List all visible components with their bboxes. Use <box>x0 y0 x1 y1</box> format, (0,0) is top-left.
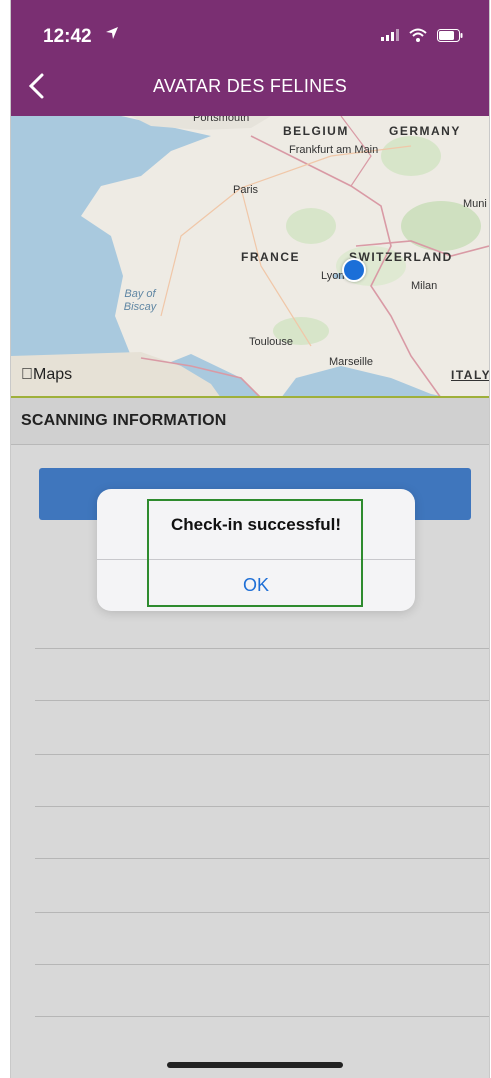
city-milan: Milan <box>411 280 438 292</box>
status-time: 12:42 <box>43 26 92 47</box>
battery-icon <box>437 28 463 42</box>
list-separator <box>35 700 489 701</box>
map-label-belgium: BELGIUM <box>283 124 349 138</box>
map-label-germany: GERMANY <box>389 124 461 138</box>
app-screen: 12:42 AVATAR DES FELINES BELGIUM GERMANY… <box>10 0 490 1078</box>
city-frankfurt: Frankfurt am Main <box>289 144 379 156</box>
apple-maps-logo: Maps <box>21 366 72 384</box>
map-label-italy: ITALY <box>451 368 489 382</box>
nav-header: 12:42 AVATAR DES FELINES <box>11 0 489 116</box>
wifi-icon <box>409 28 427 42</box>
user-location-marker <box>342 258 366 282</box>
map-view[interactable]: BELGIUM GERMANY FRANCE SWITZERLAND ITALY… <box>11 116 489 398</box>
list-separator <box>35 912 489 913</box>
list-separator <box>35 1016 489 1017</box>
city-munich: Muni <box>463 198 487 210</box>
status-icons <box>381 28 463 42</box>
home-indicator[interactable] <box>167 1062 343 1068</box>
list-separator <box>35 754 489 755</box>
city-portsmouth: Portsmouth <box>193 116 250 124</box>
sea-label: Bay of Biscay <box>123 288 157 313</box>
maps-attribution: Maps <box>21 366 72 383</box>
page-title: AVATAR DES FELINES <box>152 76 348 96</box>
list-separator <box>35 648 489 649</box>
list-separator <box>35 858 489 859</box>
section-header: SCANNING INFORMATION <box>11 398 489 445</box>
city-paris: Paris <box>233 184 259 196</box>
highlight-box <box>147 499 363 607</box>
location-arrow-icon <box>106 27 118 39</box>
list-separator <box>35 806 489 807</box>
map-label-switzerland: SWITZERLAND <box>349 250 453 264</box>
map-label-france: FRANCE <box>241 250 300 264</box>
signal-icon <box>381 29 399 41</box>
city-marseille: Marseille <box>329 356 374 368</box>
list-separator <box>35 964 489 965</box>
city-toulouse: Toulouse <box>249 336 294 348</box>
city-lyon: Lyon <box>321 270 345 282</box>
section-title: SCANNING INFORMATION <box>21 412 227 429</box>
